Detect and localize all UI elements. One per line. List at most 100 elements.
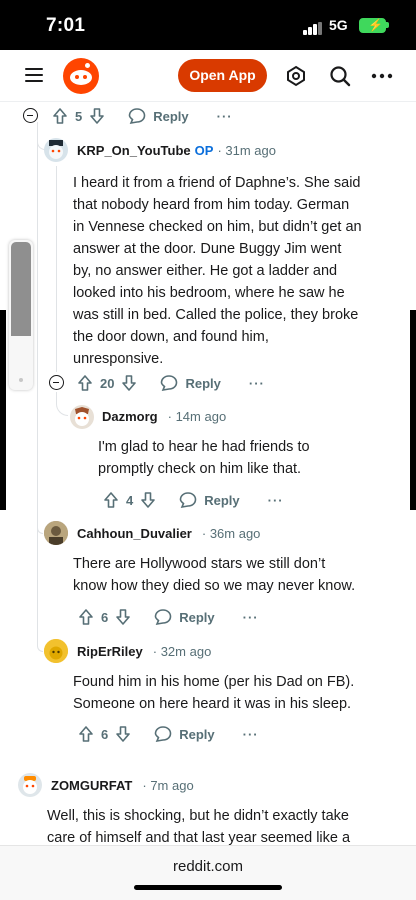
reply-button[interactable]: Reply <box>127 106 189 126</box>
network-label: 5G <box>329 17 348 33</box>
downvote-icon[interactable] <box>119 373 139 393</box>
more-options-button[interactable]: ··· <box>217 109 233 124</box>
avatar-snoo-icon <box>49 140 63 159</box>
comment-line: know how they died so we may never know. <box>73 578 356 594</box>
upvote-icon[interactable] <box>76 607 96 627</box>
reply-icon <box>179 492 197 509</box>
menu-icon[interactable] <box>25 67 43 83</box>
comment-header: Dazmorg · 14m ago <box>102 409 226 424</box>
time-text: 36m ago <box>209 526 261 541</box>
more-options-button[interactable]: ··· <box>249 376 265 391</box>
comment-line: in Vennese checked on him, but didn’t ge… <box>73 219 362 235</box>
comment-line: promptly check on him like that. <box>98 461 302 477</box>
comment-line: was still in bed. Called the police, the… <box>73 307 359 323</box>
avatar-snoo-icon <box>44 639 68 663</box>
collapse-button[interactable] <box>49 375 64 390</box>
open-app-button[interactable]: Open App <box>178 59 267 92</box>
comment-line: by, no answer either. He got a ladder an… <box>73 263 338 279</box>
browser-url-bar[interactable]: reddit.com <box>0 845 416 900</box>
comment-line: There are Hollywood stars we still don’t <box>73 556 326 572</box>
upvote-icon[interactable] <box>101 490 121 510</box>
logo-eye <box>83 75 87 79</box>
comment-header: ZOMGURFAT · 7m ago <box>51 778 194 793</box>
avatar[interactable] <box>70 405 94 429</box>
reply-label: Reply <box>153 108 189 124</box>
avatar-snoo-icon <box>75 407 89 426</box>
downvote-icon[interactable] <box>87 106 107 126</box>
reply-label: Reply <box>179 609 215 625</box>
comment-line: answer at the door. Dune Buggy Jim went <box>73 241 342 257</box>
vote-count: 20 <box>100 375 115 391</box>
author-name[interactable]: KRP_On_YouTube <box>77 143 191 158</box>
vote-count: 4 <box>126 492 134 508</box>
avatar[interactable] <box>44 639 68 663</box>
reply-label: Reply <box>204 492 240 508</box>
signal-icon <box>303 22 325 35</box>
reply-icon <box>154 726 172 743</box>
search-icon[interactable] <box>328 64 352 88</box>
charging-bolt-icon: ⚡ <box>368 18 383 32</box>
status-time: 7:01 <box>46 15 86 36</box>
scroll-handle-fill <box>11 242 31 336</box>
more-options-button[interactable]: ··· <box>243 610 259 625</box>
comment-line: that nobody heard from him today. German <box>73 197 350 213</box>
more-options-button[interactable]: ··· <box>243 727 259 742</box>
time-text: 7m ago <box>150 778 194 793</box>
author-name[interactable]: ZOMGURFAT <box>51 778 132 793</box>
comment-body: Well, this is shocking, but he didn’t ex… <box>47 805 407 849</box>
more-options-button[interactable]: ··· <box>268 493 284 508</box>
time-text: 32m ago <box>160 644 212 659</box>
user-shield-icon[interactable] <box>284 64 308 88</box>
reply-label: Reply <box>179 726 215 742</box>
time-text: 14m ago <box>175 409 227 424</box>
thread-elbow <box>37 510 43 534</box>
author-name[interactable]: Dazmorg <box>102 409 158 424</box>
comment-time: · 36m ago <box>201 526 261 541</box>
comment-body: I heard it from a friend of Daphne’s. Sh… <box>73 172 403 370</box>
avatar-snoo-icon <box>23 776 37 794</box>
screen-edge <box>0 310 6 510</box>
downvote-icon[interactable] <box>113 724 133 744</box>
comment-time: · 32m ago <box>152 644 212 659</box>
author-name[interactable]: RipErRiley <box>77 644 143 659</box>
comment-line: Well, this is shocking, but he didn’t ex… <box>47 808 349 824</box>
reply-icon <box>161 375 178 392</box>
upvote-icon[interactable] <box>50 106 70 126</box>
comment-actions: 6 Reply ··· <box>76 723 259 745</box>
vote-count: 5 <box>75 108 83 124</box>
thread-elbow <box>37 628 43 652</box>
comment-body: Found him in his home (per his Dad on FB… <box>73 671 403 715</box>
comment-actions: 20 Reply ··· <box>75 372 265 394</box>
avatar[interactable] <box>18 773 42 797</box>
upvote-icon[interactable] <box>75 373 95 393</box>
author-name[interactable]: Cahhoun_Duvalier <box>77 526 192 541</box>
comment-time: · 31m ago <box>217 143 276 158</box>
comment-header: Cahhoun_Duvalier · 36m ago <box>77 526 260 541</box>
more-icon[interactable] <box>370 64 394 88</box>
reddit-logo-icon[interactable] <box>63 58 99 94</box>
reply-button[interactable]: Reply <box>159 373 221 393</box>
time-text: 31m ago <box>225 143 276 158</box>
logo-antenna <box>85 63 90 68</box>
avatar[interactable] <box>44 138 68 162</box>
vote-count: 6 <box>101 609 109 625</box>
comment-line: Someone on here heard it was in his slee… <box>73 696 352 712</box>
downvote-icon[interactable] <box>138 490 158 510</box>
reply-button[interactable]: Reply <box>153 607 215 627</box>
upvote-icon[interactable] <box>76 724 96 744</box>
comment-actions: 5 Reply ··· <box>50 105 233 127</box>
avatar[interactable] <box>44 521 68 545</box>
collapse-button[interactable] <box>23 108 38 123</box>
reply-button[interactable]: Reply <box>153 724 215 744</box>
url-text: reddit.com <box>172 858 244 875</box>
reply-label: Reply <box>185 375 221 391</box>
scroll-handle[interactable] <box>9 240 33 390</box>
screen-edge <box>410 310 416 510</box>
reply-button[interactable]: Reply <box>178 490 240 510</box>
thread-elbow <box>56 392 68 416</box>
battery-tip <box>386 22 389 28</box>
avatar-photo-icon <box>44 521 68 545</box>
app-header: Open App <box>0 50 416 102</box>
home-indicator[interactable] <box>134 885 282 890</box>
downvote-icon[interactable] <box>113 607 133 627</box>
